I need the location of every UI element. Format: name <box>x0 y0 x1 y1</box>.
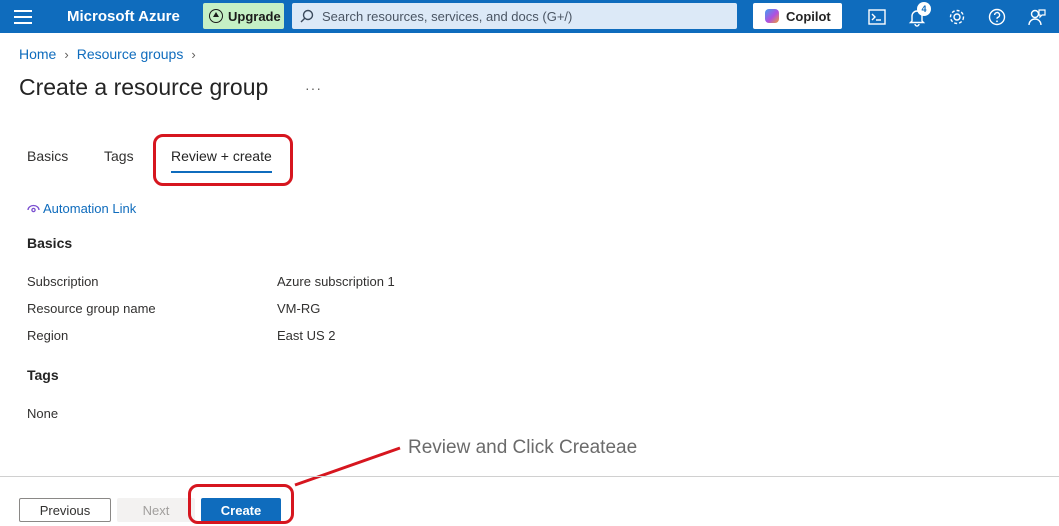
region-value: East US 2 <box>277 328 336 343</box>
tab-tags[interactable]: Tags <box>104 148 134 164</box>
subscription-value: Azure subscription 1 <box>277 274 395 289</box>
next-button[interactable]: Next <box>117 498 195 522</box>
automation-link[interactable]: Automation Link <box>27 201 136 216</box>
help-icon[interactable] <box>987 7 1007 27</box>
previous-button[interactable]: Previous <box>19 498 111 522</box>
search-placeholder: Search resources, services, and docs (G+… <box>322 8 573 24</box>
breadcrumb: Home › Resource groups › <box>19 46 204 62</box>
portal-brand[interactable]: Microsoft Azure <box>67 8 180 25</box>
annotation-text: Review and Click Createae <box>408 437 638 458</box>
tab-basics[interactable]: Basics <box>27 148 68 164</box>
tags-heading: Tags <box>27 367 59 383</box>
breadcrumb-home[interactable]: Home <box>19 46 56 62</box>
annotation-arrow <box>294 446 401 487</box>
top-nav-bar: Microsoft Azure Upgrade Search resources… <box>0 0 1059 33</box>
resource-group-name-value: VM-RG <box>277 301 321 316</box>
more-options-icon[interactable]: ··· <box>305 80 322 96</box>
chevron-right-icon: › <box>64 46 69 62</box>
chevron-right-icon: › <box>191 46 196 62</box>
search-input[interactable]: Search resources, services, and docs (G+… <box>292 3 737 29</box>
automation-link-label: Automation Link <box>43 201 137 216</box>
annotation-highlight-tab <box>153 134 293 186</box>
copilot-logo-icon <box>765 9 779 23</box>
basics-heading: Basics <box>27 235 73 251</box>
upgrade-label: Upgrade <box>228 8 281 24</box>
tags-value: None <box>27 406 59 421</box>
upgrade-arrow-icon <box>209 9 223 23</box>
page-title: Create a resource group <box>19 74 269 100</box>
breadcrumb-resource-groups[interactable]: Resource groups <box>77 46 184 62</box>
hamburger-icon[interactable] <box>14 10 32 24</box>
subscription-label: Subscription <box>27 274 99 289</box>
region-label: Region <box>27 328 69 343</box>
search-icon <box>300 9 314 23</box>
annotation-highlight-create <box>188 484 294 524</box>
upgrade-button[interactable]: Upgrade <box>203 3 284 29</box>
footer-divider <box>0 476 1059 477</box>
cloud-shell-icon[interactable] <box>867 7 887 27</box>
copilot-button[interactable]: Copilot <box>753 3 842 29</box>
resource-group-name-label: Resource group name <box>27 301 156 316</box>
copilot-label: Copilot <box>786 8 831 24</box>
eye-icon <box>27 204 40 212</box>
gear-icon[interactable] <box>947 7 967 27</box>
feedback-icon[interactable] <box>1027 7 1047 27</box>
notification-badge: 4 <box>917 2 931 16</box>
